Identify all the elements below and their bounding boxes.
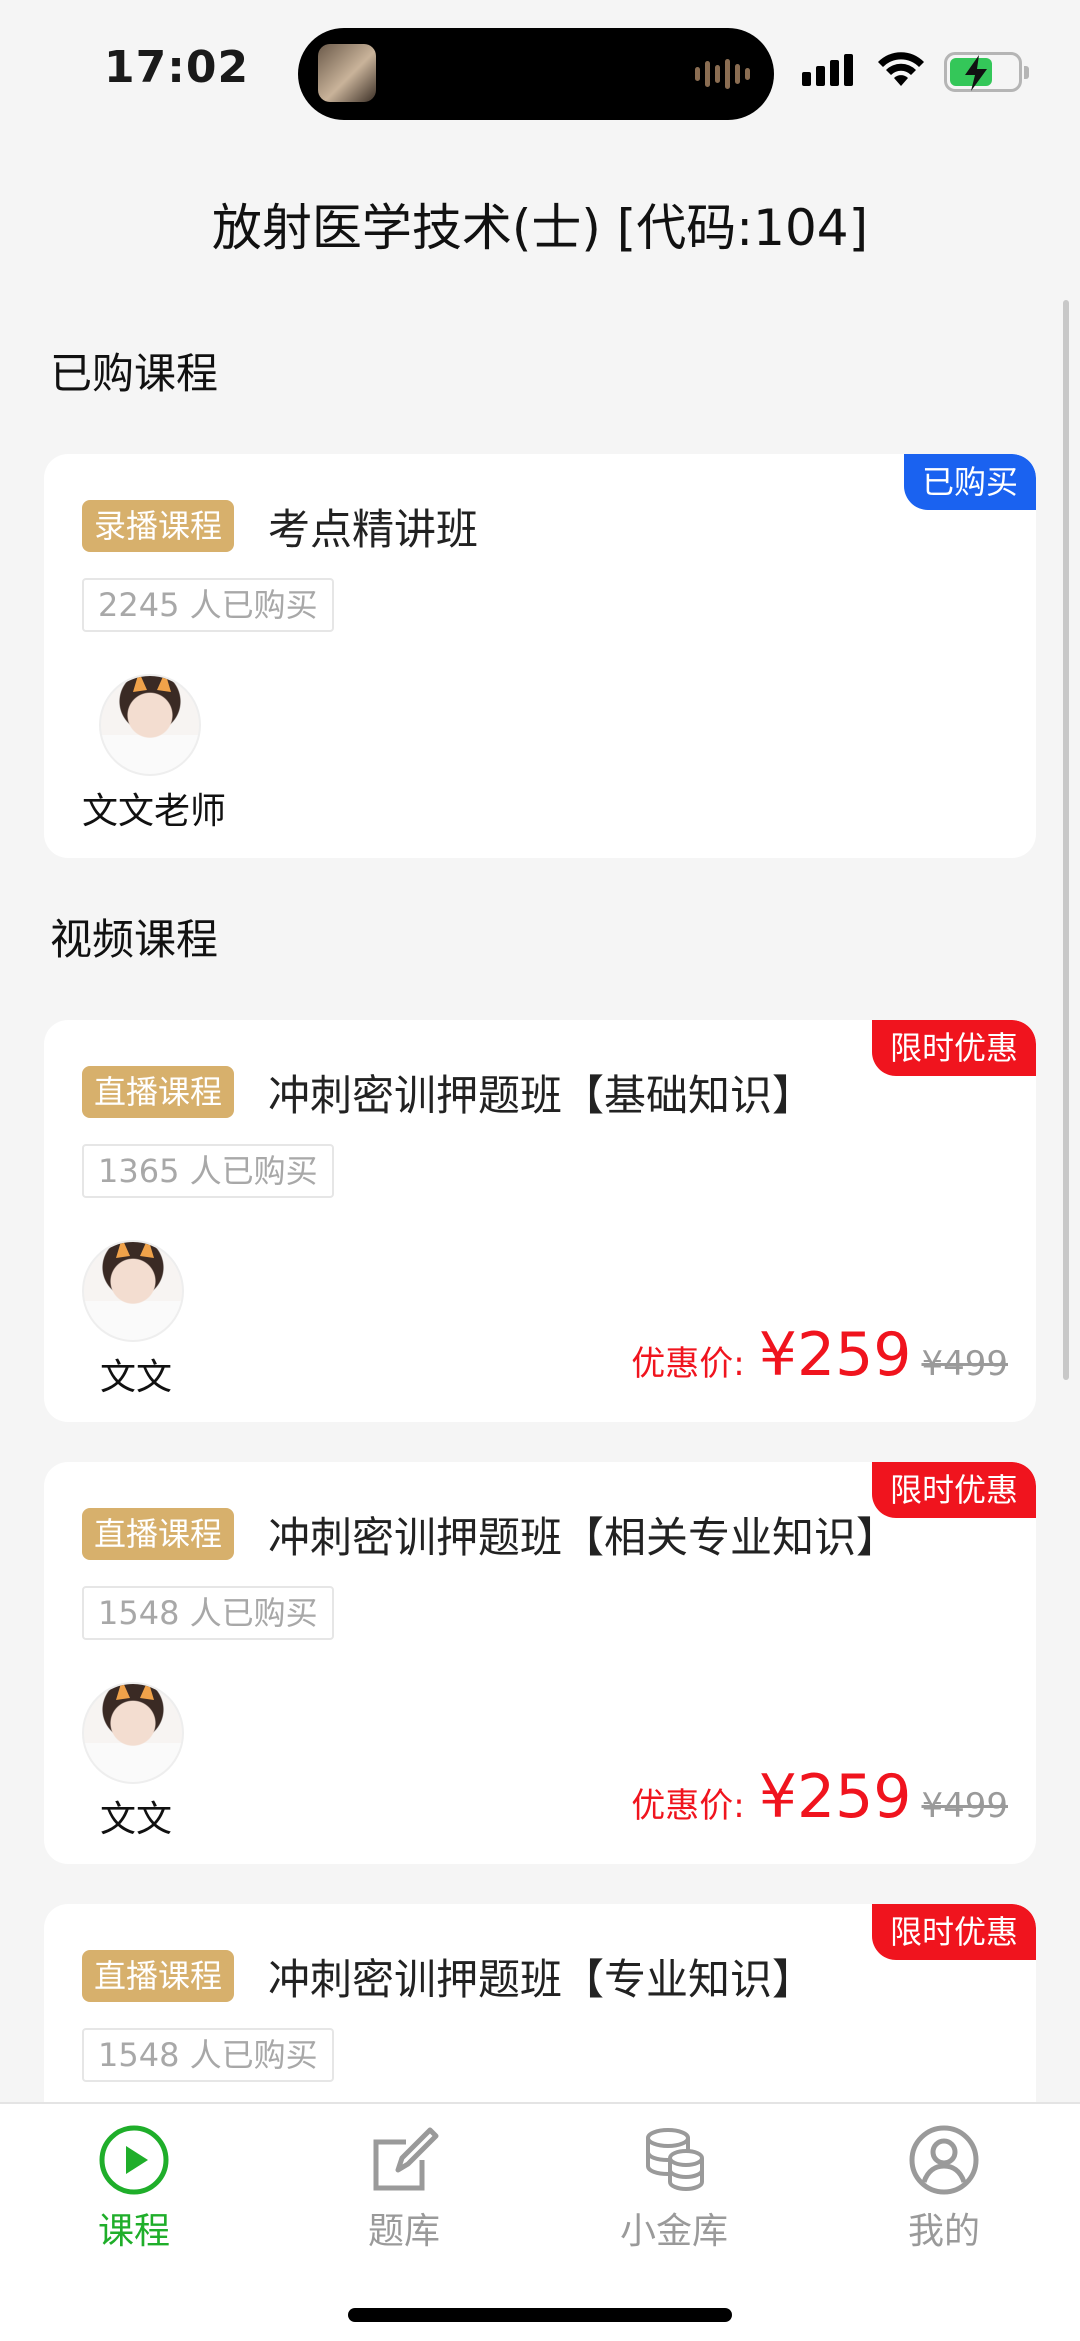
course-name: 冲刺密训押题班【专业知识】 — [268, 1955, 815, 2004]
tab-courses[interactable]: 课程 — [34, 2124, 234, 2254]
course-type-tag: 直播课程 — [82, 1066, 235, 1118]
tab-label: 课程 — [97, 2211, 170, 2252]
purchased-course-card[interactable]: 已购买 录播课程 考点精讲班 2245 人已购买 文文老师 — [44, 454, 1036, 858]
course-name: 考点精讲班 — [268, 505, 479, 554]
user-icon — [909, 2125, 979, 2195]
price-area: 优惠价: ¥259 ¥499 — [631, 1762, 1008, 1832]
home-indicator[interactable] — [348, 2308, 732, 2322]
course-name: 冲刺密训押题班【基础知识】 — [268, 1071, 815, 1120]
price-label: 优惠价: — [631, 1786, 745, 1826]
cellular-signal-icon — [802, 54, 853, 86]
purchased-badge: 已购买 — [903, 454, 1036, 510]
scrollbar[interactable] — [1063, 300, 1069, 1380]
wifi-icon — [878, 52, 924, 86]
discount-price: ¥259 — [758, 1762, 912, 1832]
dynamic-island — [298, 28, 774, 120]
tab-profile[interactable]: 我的 — [844, 2124, 1044, 2254]
price-label: 优惠价: — [631, 1344, 745, 1384]
buyer-count: 1365 人已购买 — [82, 1144, 334, 1198]
edit-icon — [373, 2127, 439, 2191]
tab-vault[interactable]: 小金库 — [574, 2124, 774, 2254]
play-circle-icon — [99, 2125, 169, 2195]
tab-label: 小金库 — [619, 2211, 728, 2252]
limited-offer-badge: 限时优惠 — [871, 1904, 1036, 1960]
limited-offer-badge: 限时优惠 — [871, 1020, 1036, 1076]
course-type-tag: 直播课程 — [82, 1508, 235, 1560]
original-price: ¥499 — [921, 1786, 1008, 1826]
buyer-count: 2245 人已购买 — [82, 578, 334, 632]
teacher-name: 文文 — [100, 1799, 173, 1840]
status-time: 17:02 — [104, 42, 250, 93]
bottom-tab-bar: 课程 题库 小金库 我的 — [0, 2102, 1080, 2341]
teacher-avatar — [82, 1682, 184, 1784]
original-price: ¥499 — [921, 1344, 1008, 1384]
course-type-tag: 录播课程 — [82, 500, 235, 552]
video-course-card[interactable]: 限时优惠 直播课程 冲刺密训押题班【基础知识】 1365 人已购买 文文 优惠价… — [44, 1020, 1036, 1422]
status-bar: 17:02 — [0, 0, 1080, 150]
teacher-avatar — [82, 1240, 184, 1342]
section-title-purchased: 已购课程 — [50, 349, 219, 398]
discount-price: ¥259 — [758, 1320, 912, 1390]
teacher-avatar — [99, 674, 201, 776]
battery-icon — [944, 52, 1029, 92]
price-area: 优惠价: ¥259 ¥499 — [631, 1320, 1008, 1390]
course-type-tag: 直播课程 — [82, 1950, 235, 2002]
database-icon — [646, 2128, 704, 2192]
page-title: 放射医学技术(士) [代码:104] — [211, 199, 869, 257]
teacher-name: 文文老师 — [82, 791, 227, 832]
tab-label: 题库 — [367, 2211, 440, 2252]
section-title-video: 视频课程 — [50, 915, 219, 964]
video-course-card[interactable]: 限时优惠 直播课程 冲刺密训押题班【相关专业知识】 1548 人已购买 文文 优… — [44, 1462, 1036, 1864]
audio-wave-icon — [695, 58, 750, 90]
teacher-name: 文文 — [100, 1357, 173, 1398]
tab-question-bank[interactable]: 题库 — [304, 2124, 504, 2254]
now-playing-app-icon — [318, 44, 376, 102]
buyer-count: 1548 人已购买 — [82, 1586, 334, 1640]
tab-label: 我的 — [907, 2211, 980, 2252]
course-name: 冲刺密训押题班【相关专业知识】 — [268, 1513, 899, 1562]
buyer-count: 1548 人已购买 — [82, 2028, 334, 2082]
